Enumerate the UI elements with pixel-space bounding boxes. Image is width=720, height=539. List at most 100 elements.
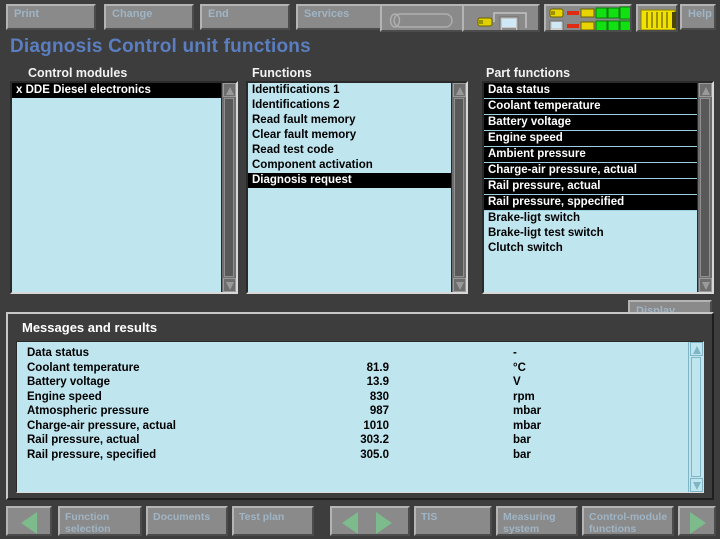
messages-scrollbar[interactable] xyxy=(688,342,703,492)
tis-button[interactable]: TIS xyxy=(414,506,492,536)
connector-icon-button[interactable] xyxy=(636,4,678,32)
print-button[interactable]: Print xyxy=(6,4,96,30)
list-item[interactable]: Identifications 1 xyxy=(248,83,451,98)
list-item[interactable]: Clutch switch xyxy=(484,241,697,256)
list-item[interactable]: Component activation xyxy=(248,158,451,173)
list-item[interactable]: Clear fault memory xyxy=(248,128,451,143)
message-label: Coolant temperature xyxy=(27,362,139,374)
functions-list[interactable]: Identifications 1Identifications 2Read f… xyxy=(246,81,468,294)
list-item[interactable]: Charge-air pressure, actual xyxy=(484,163,697,179)
list-item[interactable]: Battery voltage xyxy=(484,115,697,131)
control-modules-list[interactable]: x DDE Diesel electronics xyxy=(10,81,238,294)
list-item[interactable]: Engine speed xyxy=(484,131,697,147)
ecu-connection-icon xyxy=(464,6,540,32)
message-row: Rail pressure, actual 303.2 bar xyxy=(17,434,687,449)
message-row: Battery voltage13.9V xyxy=(17,376,687,391)
end-button[interactable]: End xyxy=(200,4,290,30)
list-item[interactable]: Rail pressure, sppecified xyxy=(484,195,697,211)
message-row: Data status- xyxy=(17,347,687,362)
documents-button[interactable]: Documents xyxy=(146,506,228,536)
module-status-icon-button[interactable] xyxy=(544,4,632,32)
message-value: 13.9 xyxy=(317,376,389,388)
diagnosis-application-window: Print Change End Services xyxy=(0,0,720,539)
messages-body: Data status-Coolant temperature81.9°CBat… xyxy=(16,341,704,493)
message-unit: bar xyxy=(513,434,531,446)
message-unit: V xyxy=(513,376,521,388)
message-row: Atmospheric pressure 987 mbar xyxy=(17,405,687,420)
list-item[interactable]: Rail pressure, actual xyxy=(484,179,697,195)
function-selection-button[interactable]: Functionselection xyxy=(58,506,142,536)
services-button[interactable]: Services xyxy=(296,4,386,30)
functions-scrollbar[interactable] xyxy=(451,83,466,292)
messages-heading: Messages and results xyxy=(22,320,157,335)
message-label: Rail pressure, actual xyxy=(27,434,140,446)
control-modules-list-items: x DDE Diesel electronics xyxy=(12,83,221,292)
message-unit: bar xyxy=(513,449,531,461)
test-plan-label: Test plan xyxy=(239,511,284,523)
list-item[interactable]: Read fault memory xyxy=(248,113,451,128)
cylinder-icon-button[interactable] xyxy=(380,4,468,32)
measuring-system-label: Measuringsystem xyxy=(503,511,556,535)
message-label: Rail pressure, specified xyxy=(27,449,156,461)
functions-heading: Functions xyxy=(252,66,312,80)
scroll-track[interactable] xyxy=(224,98,234,277)
message-unit: mbar xyxy=(513,420,541,432)
control-modules-scrollbar[interactable] xyxy=(221,83,236,292)
back-button[interactable] xyxy=(6,506,52,536)
message-value: 987 xyxy=(317,405,389,417)
page-title: Diagnosis Control unit functions xyxy=(10,36,311,58)
cylinder-icon xyxy=(382,6,468,32)
list-item[interactable]: Brake-ligt test switch xyxy=(484,226,697,241)
messages-and-results-panel: Messages and results Data status-Coolant… xyxy=(6,312,714,500)
scroll-down-icon[interactable] xyxy=(690,478,703,492)
bottom-toolbar: Functionselection Documents Test plan TI… xyxy=(0,503,720,539)
connector-icon xyxy=(638,6,678,32)
part-functions-heading: Part functions xyxy=(486,66,570,80)
list-item[interactable]: Ambient pressure xyxy=(484,147,697,163)
nav-right-arrow-icon[interactable] xyxy=(376,512,392,534)
list-item[interactable]: Read test code xyxy=(248,143,451,158)
message-value: 1010 xyxy=(317,420,389,432)
test-plan-button[interactable]: Test plan xyxy=(232,506,314,536)
message-label: Atmospheric pressure xyxy=(27,405,149,417)
scroll-down-icon[interactable] xyxy=(699,278,712,292)
message-unit: mbar xyxy=(513,405,541,417)
forward-button[interactable] xyxy=(678,506,716,536)
list-item[interactable]: Coolant temperature xyxy=(484,99,697,115)
message-label: Charge-air pressure, actual xyxy=(27,420,176,432)
scroll-track[interactable] xyxy=(454,98,464,277)
help-button[interactable]: Help xyxy=(680,4,716,30)
control-module-functions-button[interactable]: Control-modulefunctions xyxy=(582,506,674,536)
part-functions-list-items: Data statusCoolant temperatureBattery vo… xyxy=(484,83,697,292)
nav-left-arrow-icon[interactable] xyxy=(342,512,358,534)
list-item[interactable]: Diagnosis request xyxy=(248,173,451,188)
list-item[interactable]: Identifications 2 xyxy=(248,98,451,113)
module-status-icon xyxy=(546,6,632,32)
message-label: Engine speed xyxy=(27,391,102,403)
scroll-up-icon[interactable] xyxy=(699,83,712,97)
message-value: 81.9 xyxy=(317,362,389,374)
part-functions-scrollbar[interactable] xyxy=(697,83,712,292)
message-unit: °C xyxy=(513,362,526,374)
scroll-up-icon[interactable] xyxy=(690,342,703,356)
ecu-connection-icon-button[interactable] xyxy=(462,4,540,32)
scroll-track[interactable] xyxy=(700,98,710,277)
tis-label: TIS xyxy=(421,511,437,523)
list-item[interactable]: Brake-ligt switch xyxy=(484,211,697,226)
nav-arrows-button[interactable] xyxy=(330,506,410,536)
message-row: Charge-air pressure, actual 1010 mbar xyxy=(17,420,687,435)
part-functions-list[interactable]: Data statusCoolant temperatureBattery vo… xyxy=(482,81,714,294)
list-item[interactable]: x DDE Diesel electronics xyxy=(12,83,221,98)
scroll-track[interactable] xyxy=(691,357,701,477)
list-item[interactable]: Data status xyxy=(484,83,697,99)
change-button[interactable]: Change xyxy=(104,4,194,30)
documents-label: Documents xyxy=(153,511,210,523)
scroll-down-icon[interactable] xyxy=(223,278,236,292)
message-value: 303.2 xyxy=(317,434,389,446)
prev-arrow-icon xyxy=(21,512,37,534)
scroll-down-icon[interactable] xyxy=(453,278,466,292)
measuring-system-button[interactable]: Measuringsystem xyxy=(496,506,578,536)
control-modules-heading: Control modules xyxy=(28,66,127,80)
scroll-up-icon[interactable] xyxy=(453,83,466,97)
scroll-up-icon[interactable] xyxy=(223,83,236,97)
